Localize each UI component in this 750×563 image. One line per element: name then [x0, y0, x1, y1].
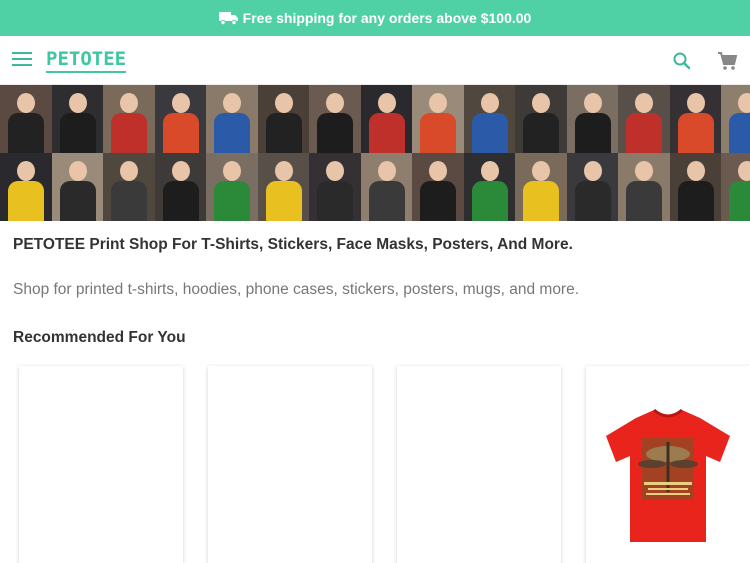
collage-photo: [154, 85, 207, 153]
collage-photo: [566, 153, 619, 221]
collage-photo: [103, 153, 155, 221]
red-tshirt-image: [596, 392, 740, 542]
collage-photo: [309, 153, 361, 221]
product-image: [29, 392, 173, 542]
search-icon[interactable]: [672, 51, 692, 71]
page-headline: PETOTEE Print Shop For T-Shirts, Sticker…: [13, 236, 573, 253]
collage-photo: [0, 85, 52, 153]
collage-photo: [412, 153, 464, 221]
site-header: PETOTEE: [0, 36, 750, 85]
collage-photo: [721, 153, 750, 221]
collage-photo: [51, 85, 104, 153]
site-logo[interactable]: PETOTEE: [46, 49, 127, 73]
collage-photo: [309, 85, 361, 153]
collage-photo: [257, 153, 310, 221]
collage-photo: [412, 85, 464, 153]
collage-photo: [360, 153, 413, 221]
hamburger-menu-icon[interactable]: [12, 52, 32, 70]
truck-icon: [218, 11, 239, 25]
collage-photo: [618, 153, 670, 221]
collage-photo: [463, 153, 516, 221]
product-card[interactable]: [586, 366, 750, 563]
product-card[interactable]: [208, 366, 372, 563]
collage-photo: [0, 153, 52, 221]
promo-banner: Free shipping for any orders above $100.…: [0, 0, 750, 36]
collage-photo: [618, 85, 670, 153]
collage-photo: [103, 85, 155, 153]
product-image: [407, 392, 551, 542]
shopping-cart-icon[interactable]: [716, 50, 738, 72]
collage-photo: [669, 153, 722, 221]
collage-photo: [669, 85, 722, 153]
collage-photo: [206, 85, 258, 153]
promo-text: Free shipping for any orders above $100.…: [242, 10, 532, 26]
product-card[interactable]: [397, 366, 561, 563]
recommended-section-title: Recommended For You: [13, 329, 186, 346]
collage-photo: [721, 85, 750, 153]
page-subheadline: Shop for printed t-shirts, hoodies, phon…: [13, 281, 580, 298]
hero-banner-collage: [0, 85, 750, 221]
collage-photo: [515, 85, 567, 153]
collage-photo: [360, 85, 413, 153]
collage-photo: [257, 85, 310, 153]
product-image: [218, 392, 362, 542]
product-card[interactable]: [19, 366, 183, 563]
collage-photo: [206, 153, 258, 221]
collage-photo: [515, 153, 567, 221]
collage-photo: [566, 85, 619, 153]
collage-photo: [463, 85, 516, 153]
collage-photo: [154, 153, 207, 221]
collage-photo: [51, 153, 104, 221]
